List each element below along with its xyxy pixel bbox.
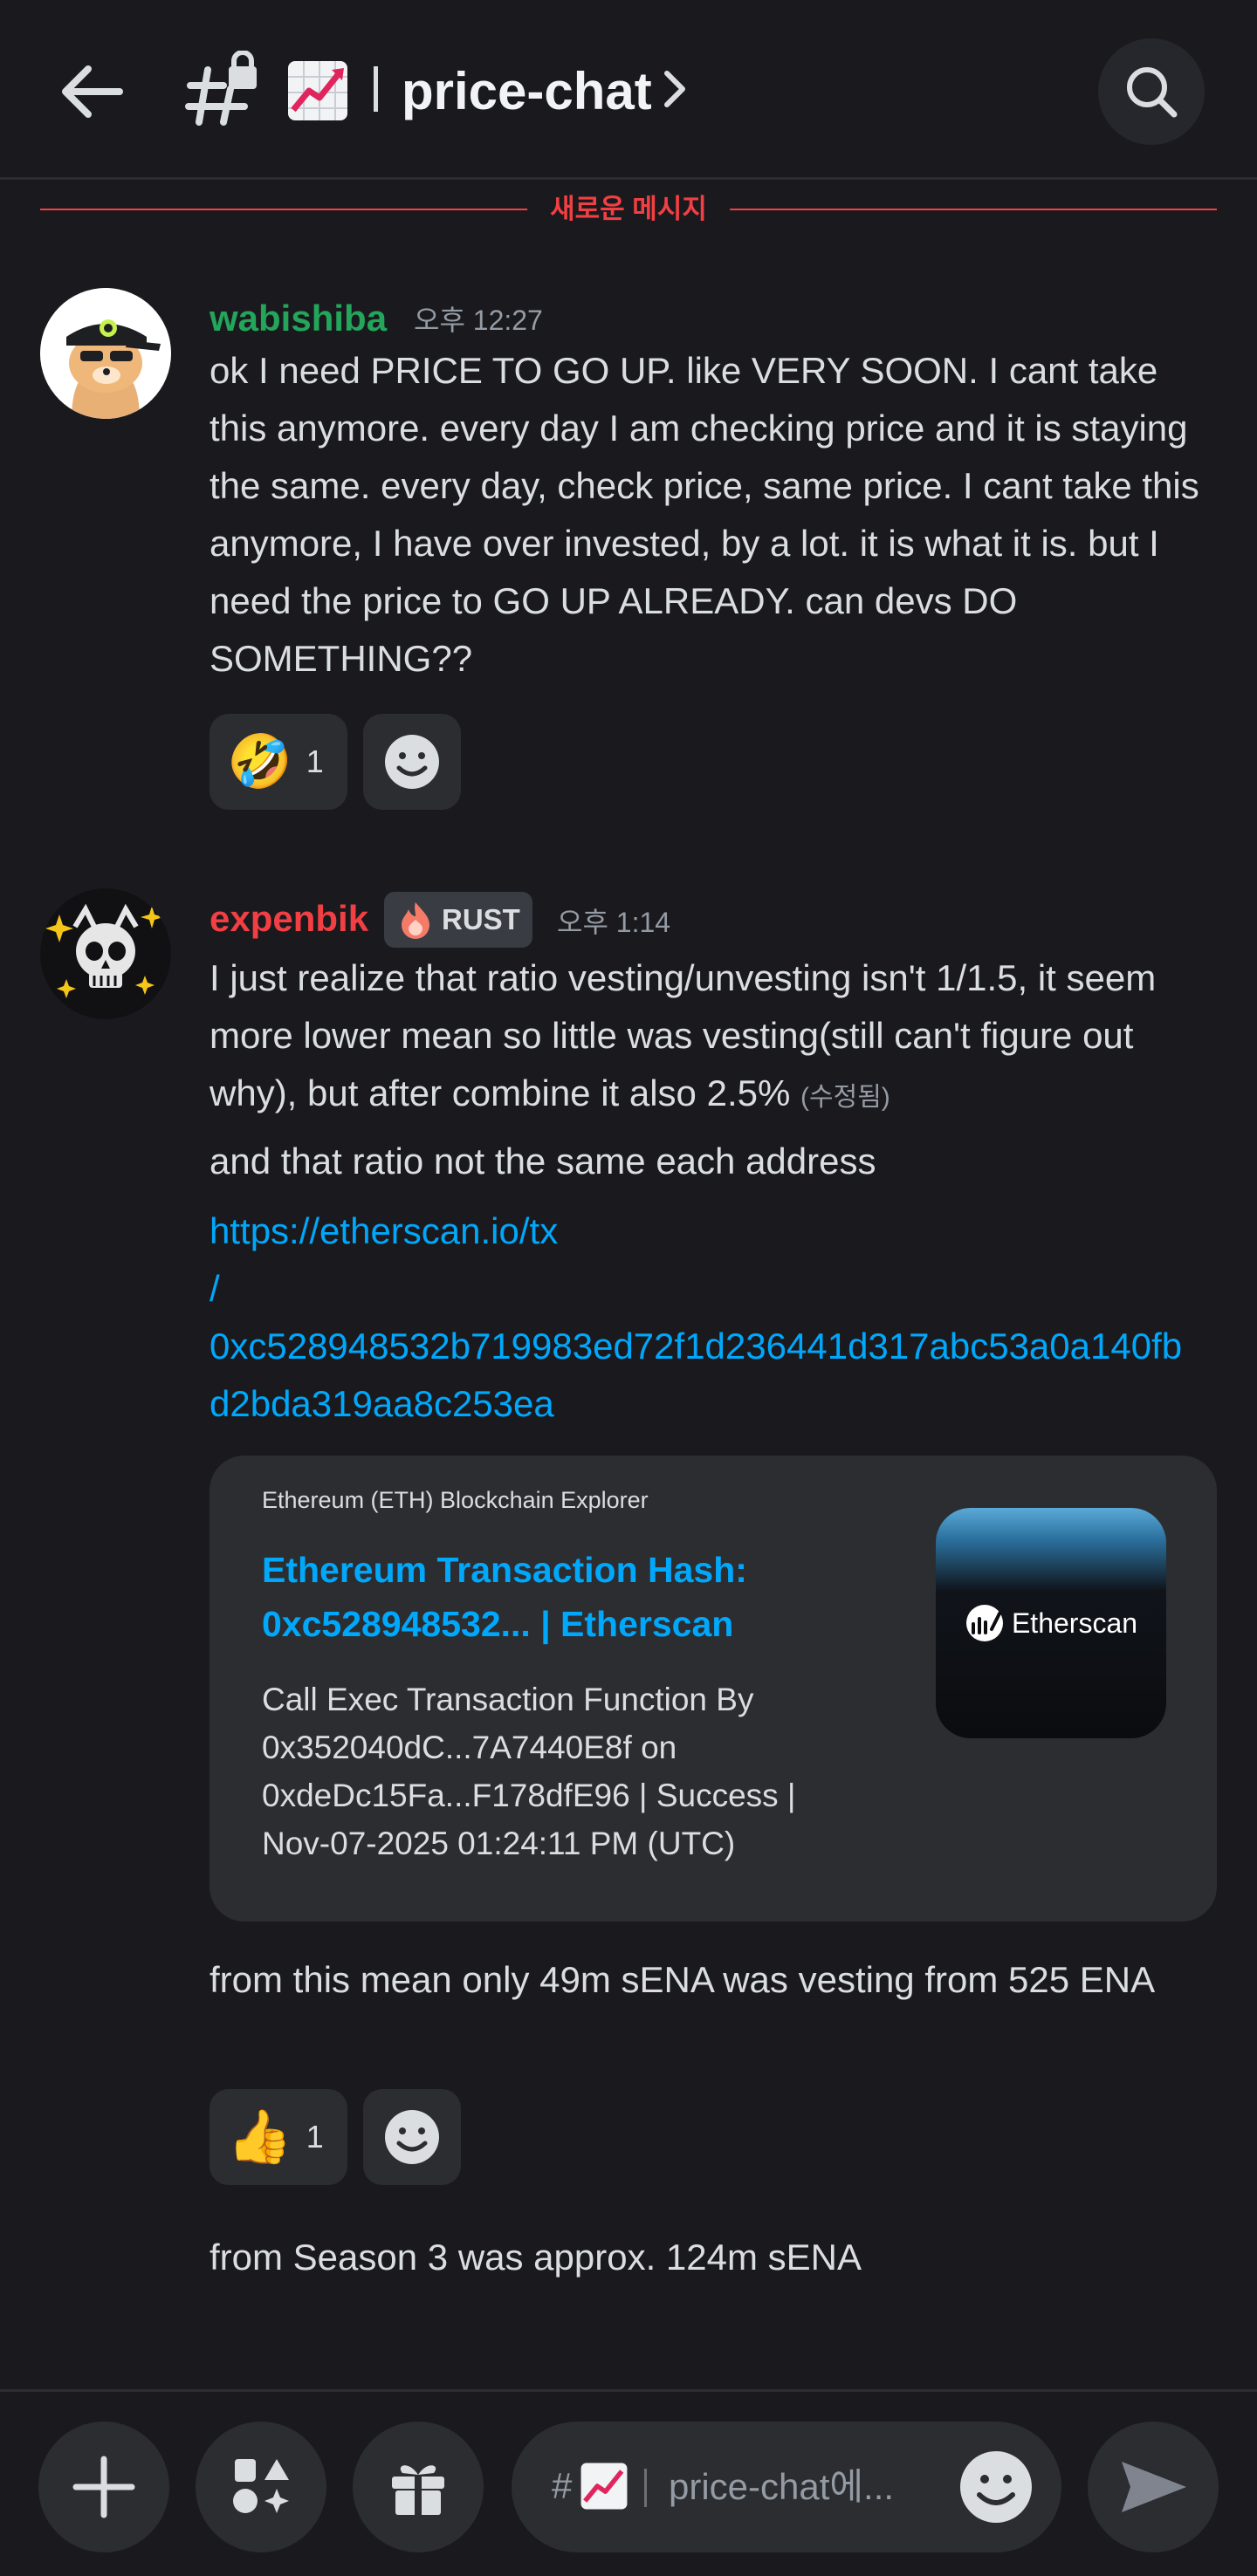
embed-description: Call Exec Transaction Function By 0x3520… — [262, 1682, 796, 1861]
apps-icon — [233, 2459, 289, 2513]
gift-icon — [392, 2465, 444, 2515]
rofl-emoji-icon: 🤣 — [227, 732, 292, 791]
transaction-link[interactable]: https://etherscan.io/tx / 0xc528948532b7… — [210, 1202, 1222, 1433]
chart-increasing-icon — [580, 2463, 628, 2510]
link-line[interactable]: d2bda319aa8c253ea — [210, 1375, 1222, 1433]
message-text: and that ratio not the same each address — [210, 1141, 876, 1182]
apps-button[interactable] — [196, 2422, 326, 2552]
gift-button[interactable] — [353, 2422, 484, 2552]
role-label: RUST — [442, 903, 520, 935]
input-divider — [644, 2469, 647, 2507]
channel-header: price-chat — [0, 0, 1257, 180]
embed-title[interactable]: Ethereum Transaction Hash: 0xc528948532.… — [262, 1543, 855, 1651]
add-reaction-button[interactable] — [363, 714, 461, 810]
avatar-wabishiba[interactable] — [40, 288, 171, 419]
message-input[interactable]: # price-chat에... — [512, 2422, 1061, 2552]
emoji-picker-icon[interactable] — [958, 2449, 1034, 2525]
new-messages-divider: 새로운 메시지 — [40, 192, 1217, 227]
smile-icon — [385, 2110, 439, 2164]
channel-title[interactable]: price-chat — [402, 61, 652, 122]
etherscan-logo-icon — [965, 1605, 1003, 1641]
reaction-count: 1 — [306, 2119, 324, 2155]
thumbs-up-emoji-icon: 👍 — [227, 2107, 292, 2166]
message-text: I just realize that ratio vesting/unvest… — [210, 949, 1222, 1127]
reaction-count: 1 — [306, 743, 324, 779]
message-text: from Season 3 was approx. 124m sENA — [210, 2237, 862, 2278]
skull-avatar-icon — [40, 888, 171, 1019]
fire-icon — [402, 902, 429, 939]
edited-label: (수정됨) — [800, 1083, 890, 1112]
avatar-expenbik[interactable] — [40, 888, 171, 1019]
message-composer: # price-chat에... — [0, 2389, 1257, 2576]
back-button[interactable] — [52, 52, 131, 131]
embed-thumbnail[interactable]: Etherscan — [936, 1508, 1166, 1738]
reaction-thumbs-up[interactable]: 👍 1 — [210, 2089, 347, 2185]
link-line[interactable]: / — [210, 1260, 1222, 1318]
role-badge[interactable]: RUST — [384, 892, 532, 948]
send-icon — [1122, 2462, 1186, 2512]
new-messages-label: 새로운 메시지 — [527, 192, 730, 227]
username-wabishiba[interactable]: wabishiba — [210, 297, 387, 340]
embed-provider: Ethereum (ETH) Blockchain Explorer — [262, 1487, 649, 1513]
link-embed[interactable]: Ethereum (ETH) Blockchain Explorer Ether… — [210, 1456, 1217, 1922]
smile-icon — [385, 735, 439, 789]
message-timestamp: 오후 12:27 — [414, 305, 543, 336]
message-text: ok I need PRICE TO GO UP. like VERY SOON… — [210, 350, 1199, 679]
arrow-left-icon — [62, 65, 123, 118]
header-divider — [374, 66, 378, 112]
input-placeholder: price-chat에... — [669, 2466, 895, 2507]
add-reaction-button[interactable] — [363, 2089, 461, 2185]
message-timestamp: 오후 1:14 — [557, 907, 671, 938]
message-body: I just realize that ratio vesting/unvest… — [210, 957, 1157, 1113]
locked-channel-icon — [185, 51, 257, 126]
channel-hash: # — [552, 2465, 573, 2506]
plus-icon — [72, 2456, 135, 2518]
reaction-rofl[interactable]: 🤣 1 — [210, 714, 347, 810]
username-expenbik[interactable]: expenbik — [210, 897, 368, 941]
send-button[interactable] — [1088, 2422, 1219, 2552]
shiba-avatar-icon — [40, 288, 171, 419]
message-text: from this mean only 49m sENA was vesting… — [210, 1959, 1156, 2000]
etherscan-wordmark: Etherscan — [1011, 1607, 1138, 1639]
link-line[interactable]: https://etherscan.io/tx — [210, 1202, 1222, 1260]
search-button[interactable] — [1098, 38, 1205, 145]
chevron-right-icon[interactable] — [663, 70, 686, 108]
chart-increasing-icon — [288, 61, 347, 120]
link-line[interactable]: 0xc528948532b719983ed72f1d236441d317abc5… — [210, 1318, 1222, 1375]
attach-button[interactable] — [38, 2422, 169, 2552]
search-icon — [1127, 67, 1178, 118]
